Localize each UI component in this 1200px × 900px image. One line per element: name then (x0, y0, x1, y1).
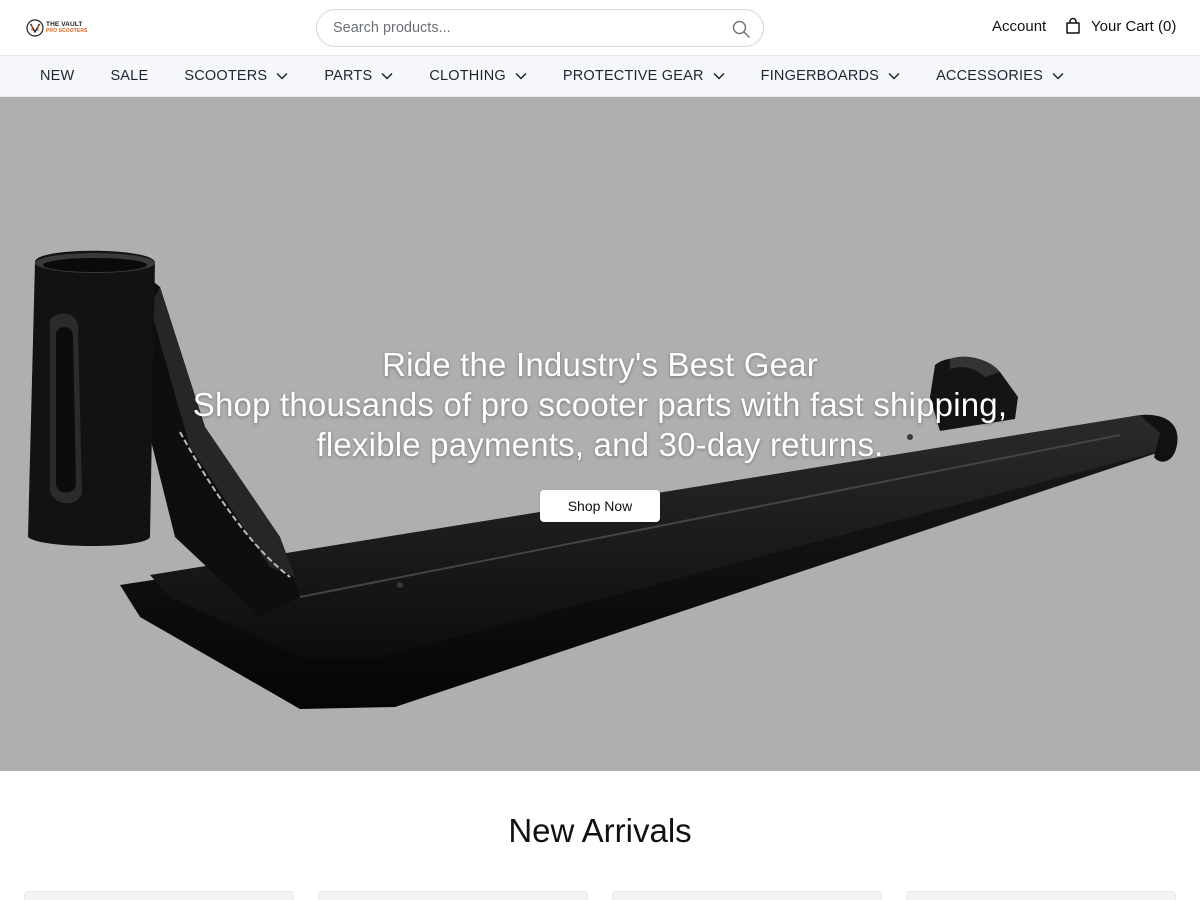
hero-subtitle-line2: flexible payments, and 30-day returns. (316, 426, 884, 463)
shop-now-button[interactable]: Shop Now (540, 490, 660, 522)
chevron-down-icon (713, 72, 725, 80)
nav-item-sale[interactable]: SALE (110, 68, 148, 84)
search-icon[interactable] (731, 19, 751, 39)
nav-item-new[interactable]: NEW (40, 68, 74, 84)
new-arrivals-title: New Arrivals (508, 812, 692, 849)
product-card[interactable] (318, 891, 588, 900)
nav-item-label: PROTECTIVE GEAR (562, 68, 704, 84)
nav-item-scooters[interactable]: SCOOTERS (184, 68, 288, 84)
nav-item-label: ACCESSORIES (936, 68, 1044, 84)
nav-item-protective-gear[interactable]: PROTECTIVE GEAR (563, 68, 725, 84)
hero-title: Ride the Industry's Best Gear (382, 346, 818, 383)
nav-item-label: SALE (110, 68, 149, 84)
chevron-down-icon (276, 72, 288, 80)
cart-button[interactable]: Your Cart (0) (1064, 17, 1176, 35)
nav-item-label: NEW (40, 68, 75, 84)
nav-item-label: PARTS (324, 68, 373, 84)
account-link[interactable]: Account (992, 18, 1046, 35)
nav-item-parts[interactable]: PARTS (324, 68, 393, 84)
chevron-down-icon (381, 72, 393, 80)
site-header: THE VAULT PRO SCOOTERS Account Your Cart… (0, 0, 1200, 56)
nav-item-clothing[interactable]: CLOTHING (429, 68, 527, 84)
main-nav: NEW SALE SCOOTERS PARTS CLOTHING PROTECT… (0, 56, 1200, 97)
product-card[interactable] (612, 891, 882, 900)
hero-subtitle-line1: Shop thousands of pro scooter parts with… (192, 386, 1008, 423)
shopping-bag-icon (1066, 17, 1080, 34)
cart-label: Your Cart (0) (1091, 17, 1177, 35)
nav-item-fingerboards[interactable]: FINGERBOARDS (761, 68, 900, 84)
nav-item-accessories[interactable]: ACCESSORIES (936, 68, 1064, 84)
chevron-down-icon (515, 72, 527, 80)
search-input[interactable] (333, 20, 713, 36)
product-card[interactable] (906, 891, 1176, 900)
search-bar (316, 9, 764, 47)
chevron-down-icon (888, 72, 900, 80)
chevron-down-icon (1052, 72, 1064, 80)
logo-emblem-icon (26, 19, 44, 37)
logo-text: THE VAULT PRO SCOOTERS (46, 21, 88, 35)
nav-item-label: SCOOTERS (184, 68, 268, 84)
nav-item-label: CLOTHING (429, 68, 506, 84)
nav-item-label: FINGERBOARDS (760, 68, 880, 84)
logo-line2: PRO SCOOTERS (46, 28, 88, 35)
product-card[interactable] (24, 891, 294, 900)
new-arrivals-grid (0, 891, 1200, 900)
hero-banner: Ride the Industry's Best Gear Shop thous… (0, 97, 1200, 771)
site-logo[interactable]: THE VAULT PRO SCOOTERS (26, 17, 88, 39)
